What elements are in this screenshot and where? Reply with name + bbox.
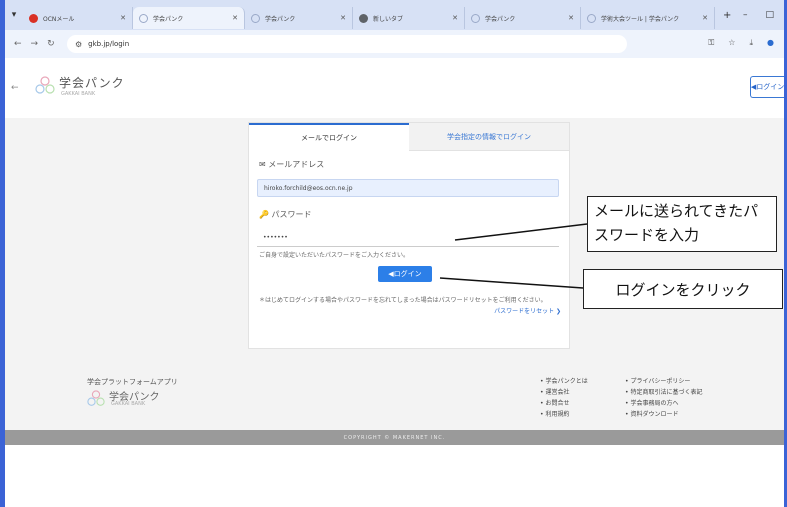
profile-icon[interactable]: ● <box>767 38 774 48</box>
footer-logo-subtext: GAKKAI BANK <box>111 401 146 407</box>
footer-link-terms[interactable]: • 利用規約 <box>540 409 588 420</box>
minimize-button[interactable]: – <box>743 10 748 20</box>
gakkai-logo-icon[interactable] <box>35 76 55 96</box>
close-tab-icon[interactable]: ✕ <box>120 14 126 22</box>
footer-links-col2: • プライバシーポリシー • 特定商取引法に基づく表記 • 学会事務局の方へ •… <box>625 376 702 420</box>
footer-logo-icon[interactable] <box>87 390 105 408</box>
password-reset-link[interactable]: パスワードをリセット ❯ <box>494 306 561 315</box>
footer-link-company[interactable]: • 運営会社 <box>540 387 588 398</box>
password-callout: メールに送られてきたパスワードを入力 <box>587 196 777 252</box>
new-tab-button[interactable]: + <box>723 10 731 21</box>
close-tab-icon[interactable]: ✕ <box>702 14 708 22</box>
password-hint: ご自身で設定いただいたパスワードをご入力ください。 <box>259 252 410 259</box>
logo-text[interactable]: 学会パンク <box>59 74 125 91</box>
email-label: ✉ メールアドレス <box>259 160 325 169</box>
tab-search-icon[interactable]: ▾ <box>5 10 23 20</box>
password-field[interactable]: ••••••• <box>257 229 559 247</box>
tab-title: 学会パンク <box>485 15 516 23</box>
password-value: ••••••• <box>263 234 288 241</box>
footer-links-col1: • 学会パンクとは • 運営会社 • お問合せ • 利用規約 <box>540 376 588 420</box>
tab-title: 新しいタブ <box>373 15 404 23</box>
tab-title: 学会パンク <box>265 15 296 23</box>
reset-note: ＊はじめてログインする場合やパスワードを忘れてしまった場合はパスワードリセットを… <box>259 297 547 304</box>
gakkai-favicon-icon <box>251 13 260 23</box>
footer-link-secretariat[interactable]: • 学会事務局の方へ <box>625 398 702 409</box>
download-icon[interactable]: ⤓ <box>749 38 753 48</box>
header-login-button[interactable]: ◀ログイン <box>750 76 784 98</box>
tab-email-login[interactable]: メールでログイン <box>249 123 409 151</box>
gakkai-favicon-icon <box>139 13 148 23</box>
login-callout: ログインをクリック <box>583 269 783 309</box>
footer-link-download[interactable]: • 資料ダウンロード <box>625 409 702 420</box>
footer-link-commerce-law[interactable]: • 特定商取引法に基づく表記 <box>625 387 702 398</box>
email-field[interactable]: hiroko.forchild@eos.ocn.ne.jp <box>257 179 559 197</box>
address-bar[interactable]: ⚙ gkb.jp/login <box>67 35 627 53</box>
browser-tab[interactable]: 学術大会ツール | 学会パンク ✕ <box>581 7 715 29</box>
globe-favicon-icon <box>359 13 368 23</box>
gakkai-favicon-icon <box>587 13 596 23</box>
copyright-bar: COPYRIGHT © MAKERNET INC. <box>5 430 784 445</box>
back-arrow-icon[interactable]: ← <box>14 39 22 49</box>
gakkai-favicon-icon <box>471 13 480 23</box>
close-tab-icon[interactable]: ✕ <box>452 14 458 22</box>
close-tab-icon[interactable]: ✕ <box>232 14 238 22</box>
site-footer: 学会プラットフォームアプリ 学会パンク GAKKAI BANK • 学会パンクと… <box>5 368 784 430</box>
login-submit-button[interactable]: ◀ログイン <box>378 266 432 282</box>
email-value: hiroko.forchild@eos.ocn.ne.jp <box>264 184 353 192</box>
site-header: ← 学会パンク GAKKAI BANK ◀ログイン <box>5 58 784 119</box>
browser-tab-active[interactable]: 学会パンク ✕ <box>133 7 245 29</box>
tab-title: 学術大会ツール | 学会パンク <box>601 15 680 23</box>
password-label: 🔑 パスワード <box>259 209 312 220</box>
back-arrow-icon[interactable]: ← <box>11 83 19 93</box>
browser-toolbar: ← → ↻ ⚙ gkb.jp/login ⚿ ☆ ⤓ ● <box>5 30 784 58</box>
bookmark-star-icon[interactable]: ☆ <box>728 38 735 48</box>
browser-tab-strip: ▾ OCNメール ✕ 学会パンク ✕ 学会パンク ✕ 新しいタブ ✕ 学会パンク… <box>5 0 784 30</box>
tab-title: 学会パンク <box>153 15 184 23</box>
browser-tab[interactable]: 新しいタブ ✕ <box>353 7 465 29</box>
login-card: メールでログイン 学会指定の情報でログイン ✉ メールアドレス hiroko.f… <box>248 122 570 349</box>
close-tab-icon[interactable]: ✕ <box>340 14 346 22</box>
footer-link-about[interactable]: • 学会パンクとは <box>540 376 588 387</box>
footer-title: 学会プラットフォームアプリ <box>87 378 178 386</box>
forward-arrow-icon[interactable]: → <box>31 39 39 49</box>
tab-society-login[interactable]: 学会指定の情報でログイン <box>409 123 569 151</box>
browser-tab[interactable]: OCNメール ✕ <box>23 7 133 29</box>
footer-link-contact[interactable]: • お問合せ <box>540 398 588 409</box>
tab-title: OCNメール <box>43 15 75 23</box>
ocn-favicon-icon <box>29 13 38 23</box>
logo-subtext: GAKKAI BANK <box>61 91 96 97</box>
close-tab-icon[interactable]: ✕ <box>568 14 574 22</box>
browser-tab[interactable]: 学会パンク ✕ <box>465 7 581 29</box>
browser-tab[interactable]: 学会パンク ✕ <box>245 7 353 29</box>
maximize-button[interactable]: □ <box>765 10 774 20</box>
url-text: gkb.jp/login <box>88 40 130 48</box>
password-key-icon[interactable]: ⚿ <box>708 38 714 48</box>
key-icon: 🔑 <box>259 210 269 219</box>
reload-icon[interactable]: ↻ <box>47 39 55 49</box>
password-label-text: パスワード <box>271 210 312 219</box>
site-info-icon[interactable]: ⚙ <box>75 40 82 49</box>
footer-link-privacy[interactable]: • プライバシーポリシー <box>625 376 702 387</box>
